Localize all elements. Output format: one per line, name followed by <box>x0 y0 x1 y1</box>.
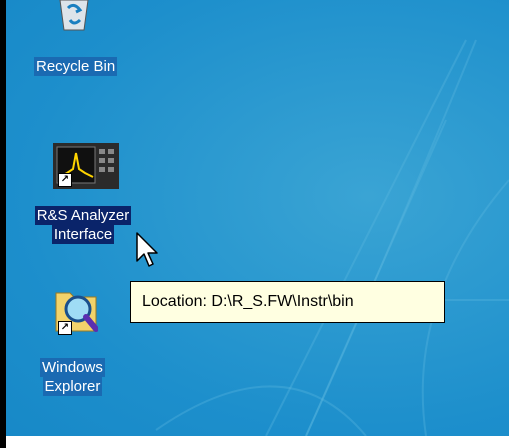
desktop-icon-windows-explorer[interactable]: ↗ Windows Explorer <box>6 285 126 410</box>
desktop[interactable]: Recycle Bin ↗ R&S Analyzer Interface ↗ W… <box>6 0 509 436</box>
screen: Recycle Bin ↗ R&S Analyzer Interface ↗ W… <box>0 0 513 448</box>
shortcut-arrow-icon: ↗ <box>58 321 72 335</box>
mouse-pointer-icon <box>136 232 160 275</box>
desktop-icon-rs-analyzer-interface[interactable]: ↗ R&S Analyzer Interface <box>6 140 146 260</box>
icon-label-rs-analyzer-interface: R&S Analyzer Interface <box>34 206 132 244</box>
icon-label-windows-explorer: Windows Explorer <box>40 358 105 396</box>
location-tooltip: Location: D:\R_S.FW\Instr\bin <box>130 281 445 323</box>
desktop-icon-recycle-bin[interactable]: Recycle Bin <box>6 0 126 85</box>
icon-label-recycle-bin: Recycle Bin <box>34 57 118 76</box>
recycle-bin-icon <box>56 0 92 37</box>
shortcut-arrow-icon: ↗ <box>58 173 72 187</box>
